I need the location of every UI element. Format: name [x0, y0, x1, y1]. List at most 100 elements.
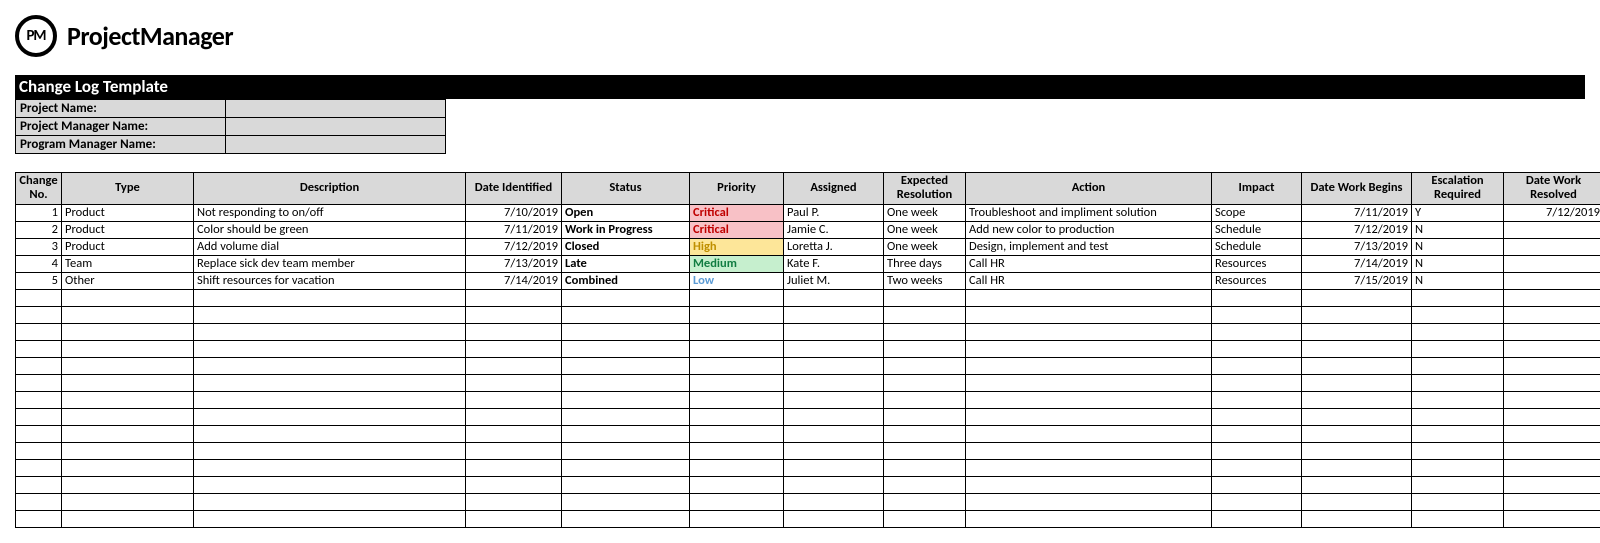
cell-empty[interactable]: [784, 459, 884, 476]
cell-empty[interactable]: [466, 391, 562, 408]
cell-empty[interactable]: [1412, 408, 1504, 425]
cell-empty[interactable]: [966, 391, 1212, 408]
meta-value-pgm[interactable]: [226, 136, 446, 154]
cell-empty[interactable]: [690, 357, 784, 374]
cell-empty[interactable]: [1412, 476, 1504, 493]
cell-empty[interactable]: [1504, 357, 1600, 374]
cell-impact[interactable]: Resources: [1212, 255, 1302, 272]
cell-type[interactable]: Other: [62, 272, 194, 289]
cell-empty[interactable]: [690, 289, 784, 306]
cell-no[interactable]: 3: [16, 238, 62, 255]
cell-empty[interactable]: [194, 493, 466, 510]
cell-date-begins[interactable]: 7/11/2019: [1302, 204, 1412, 221]
cell-empty[interactable]: [62, 493, 194, 510]
cell-empty[interactable]: [966, 323, 1212, 340]
cell-empty[interactable]: [884, 391, 966, 408]
cell-empty[interactable]: [884, 510, 966, 527]
cell-empty[interactable]: [966, 459, 1212, 476]
cell-empty[interactable]: [1212, 340, 1302, 357]
cell-empty[interactable]: [1412, 374, 1504, 391]
cell-expected[interactable]: Three days: [884, 255, 966, 272]
cell-empty[interactable]: [784, 323, 884, 340]
cell-empty[interactable]: [784, 425, 884, 442]
cell-date-resolved[interactable]: [1504, 272, 1600, 289]
cell-empty[interactable]: [1212, 510, 1302, 527]
cell-empty[interactable]: [562, 442, 690, 459]
cell-empty[interactable]: [562, 493, 690, 510]
cell-empty[interactable]: [784, 357, 884, 374]
cell-empty[interactable]: [1504, 340, 1600, 357]
cell-empty[interactable]: [1412, 357, 1504, 374]
cell-empty[interactable]: [16, 459, 62, 476]
cell-empty[interactable]: [62, 357, 194, 374]
cell-status[interactable]: Open: [562, 204, 690, 221]
cell-empty[interactable]: [16, 357, 62, 374]
cell-escalation[interactable]: N: [1412, 221, 1504, 238]
cell-empty[interactable]: [62, 476, 194, 493]
cell-empty[interactable]: [1504, 374, 1600, 391]
cell-empty[interactable]: [466, 425, 562, 442]
cell-empty[interactable]: [1212, 357, 1302, 374]
cell-date-begins[interactable]: 7/15/2019: [1302, 272, 1412, 289]
cell-priority[interactable]: Critical: [690, 204, 784, 221]
cell-empty[interactable]: [562, 391, 690, 408]
cell-empty[interactable]: [1504, 442, 1600, 459]
cell-empty[interactable]: [1212, 493, 1302, 510]
cell-empty[interactable]: [1412, 425, 1504, 442]
cell-empty[interactable]: [690, 323, 784, 340]
cell-action[interactable]: Add new color to production: [966, 221, 1212, 238]
cell-action[interactable]: Troubleshoot and impliment solution: [966, 204, 1212, 221]
cell-empty[interactable]: [690, 425, 784, 442]
cell-empty[interactable]: [1212, 442, 1302, 459]
cell-empty[interactable]: [62, 510, 194, 527]
cell-type[interactable]: Team: [62, 255, 194, 272]
cell-empty[interactable]: [1412, 391, 1504, 408]
cell-empty[interactable]: [16, 510, 62, 527]
cell-empty[interactable]: [784, 476, 884, 493]
cell-desc[interactable]: Not responding to on/off: [194, 204, 466, 221]
cell-empty[interactable]: [562, 425, 690, 442]
cell-empty[interactable]: [966, 357, 1212, 374]
cell-empty[interactable]: [690, 391, 784, 408]
cell-empty[interactable]: [966, 340, 1212, 357]
cell-empty[interactable]: [690, 459, 784, 476]
cell-empty[interactable]: [562, 357, 690, 374]
cell-empty[interactable]: [784, 340, 884, 357]
cell-empty[interactable]: [194, 510, 466, 527]
cell-empty[interactable]: [1302, 425, 1412, 442]
cell-empty[interactable]: [562, 459, 690, 476]
cell-empty[interactable]: [466, 306, 562, 323]
cell-status[interactable]: Closed: [562, 238, 690, 255]
cell-empty[interactable]: [1412, 340, 1504, 357]
cell-action[interactable]: Call HR: [966, 272, 1212, 289]
cell-empty[interactable]: [466, 408, 562, 425]
cell-empty[interactable]: [16, 306, 62, 323]
cell-empty[interactable]: [562, 340, 690, 357]
cell-empty[interactable]: [690, 408, 784, 425]
cell-empty[interactable]: [194, 408, 466, 425]
cell-empty[interactable]: [784, 306, 884, 323]
cell-status[interactable]: Late: [562, 255, 690, 272]
cell-assigned[interactable]: Kate F.: [784, 255, 884, 272]
cell-date-identified[interactable]: 7/13/2019: [466, 255, 562, 272]
cell-empty[interactable]: [1412, 459, 1504, 476]
cell-expected[interactable]: One week: [884, 221, 966, 238]
cell-no[interactable]: 5: [16, 272, 62, 289]
cell-empty[interactable]: [16, 408, 62, 425]
cell-empty[interactable]: [1504, 289, 1600, 306]
cell-empty[interactable]: [966, 408, 1212, 425]
cell-empty[interactable]: [966, 493, 1212, 510]
cell-empty[interactable]: [690, 510, 784, 527]
cell-empty[interactable]: [884, 442, 966, 459]
cell-empty[interactable]: [784, 442, 884, 459]
cell-no[interactable]: 1: [16, 204, 62, 221]
cell-empty[interactable]: [1504, 391, 1600, 408]
cell-empty[interactable]: [562, 323, 690, 340]
cell-empty[interactable]: [1212, 425, 1302, 442]
cell-empty[interactable]: [884, 323, 966, 340]
cell-priority[interactable]: Critical: [690, 221, 784, 238]
cell-empty[interactable]: [1302, 476, 1412, 493]
cell-status[interactable]: Combined: [562, 272, 690, 289]
cell-empty[interactable]: [194, 306, 466, 323]
cell-empty[interactable]: [562, 374, 690, 391]
